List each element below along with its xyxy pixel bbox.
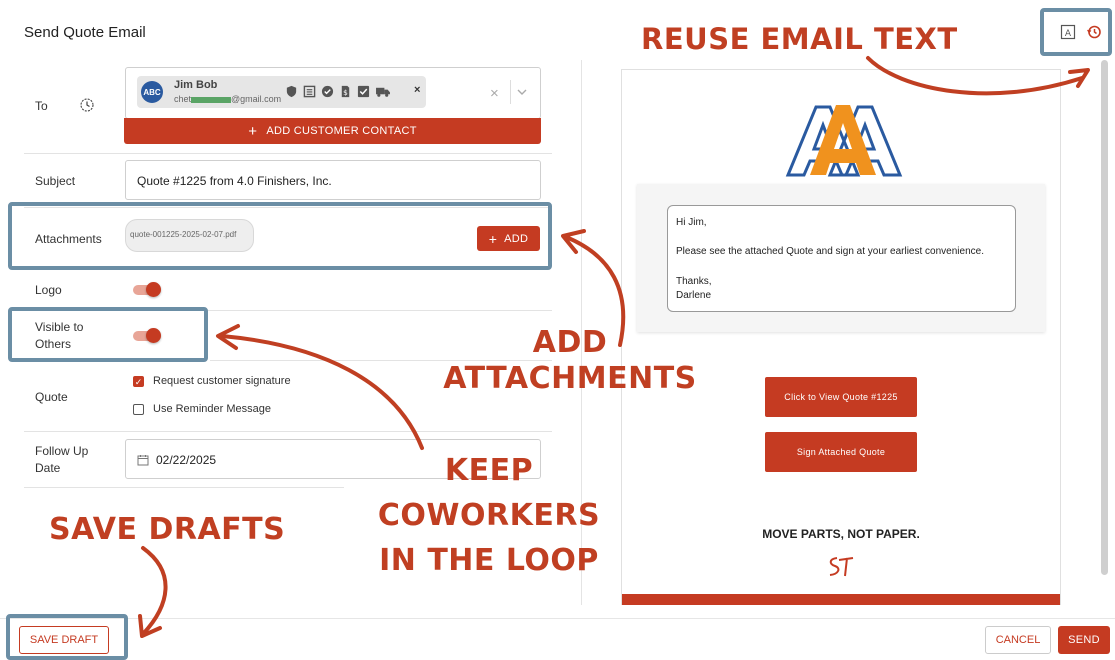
arrow-reuse: [866, 56, 1084, 96]
arrow-drafts: [141, 546, 168, 636]
callout-arrows: [138, 56, 1090, 638]
arrow-coworkers: [220, 334, 424, 450]
